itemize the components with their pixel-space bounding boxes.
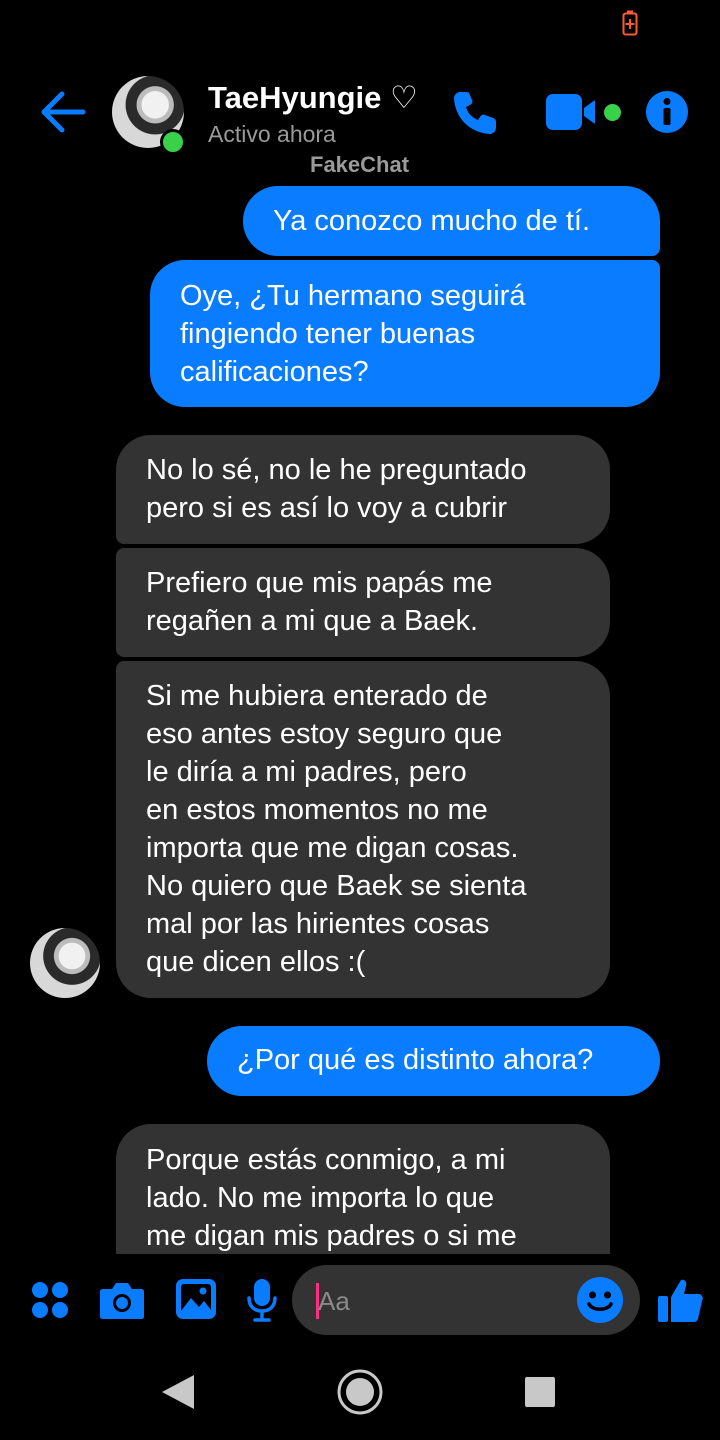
active-status: Activo ahora [208, 121, 336, 147]
video-online-indicator [604, 104, 621, 121]
contact-name-text: TaeHyungie [208, 80, 382, 115]
emoji-icon[interactable] [576, 1276, 624, 1324]
microphone-icon[interactable] [246, 1278, 278, 1322]
thumbs-up-icon[interactable] [656, 1276, 704, 1324]
phone-icon[interactable] [450, 88, 500, 138]
chat-thread[interactable]: Ya conozco mucho de tí. Oye, ¿Tu hermano… [0, 178, 720, 1254]
nav-back-icon[interactable] [160, 1373, 196, 1411]
message-bubble-incoming[interactable]: Porque estás conmigo, a mi lado. No me i… [116, 1124, 610, 1254]
video-call-icon[interactable] [545, 93, 605, 131]
message-bubble-outgoing[interactable]: Ya conozco mucho de tí. [243, 186, 660, 256]
nav-home-icon[interactable] [337, 1369, 383, 1415]
message-bubble-incoming[interactable]: No lo sé, no le he preguntado pero si es… [116, 435, 610, 544]
info-icon[interactable] [645, 90, 689, 134]
gallery-icon[interactable] [175, 1278, 217, 1320]
message-bubble-incoming[interactable]: Prefiero que mis papás me regañen a mi q… [116, 548, 610, 657]
nav-recents-icon[interactable] [524, 1376, 556, 1408]
message-bubble-outgoing[interactable]: Oye, ¿Tu hermano seguirá fingiendo tener… [150, 260, 660, 407]
message-bubble-outgoing[interactable]: ¿Por qué es distinto ahora? [207, 1026, 660, 1096]
message-bubble-incoming[interactable]: Si me hubiera enterado de eso antes esto… [116, 661, 610, 998]
heart-icon: ♡ [390, 80, 418, 115]
battery-charging-icon [622, 10, 638, 36]
camera-icon[interactable] [99, 1280, 145, 1320]
contact-name[interactable]: TaeHyungie ♡ [208, 80, 418, 116]
menu-dots-icon[interactable] [30, 1279, 70, 1321]
back-arrow-icon[interactable] [38, 88, 88, 136]
watermark: FakeChat [310, 152, 410, 177]
message-input[interactable] [318, 1284, 558, 1318]
sender-avatar[interactable] [30, 928, 100, 998]
online-indicator [160, 129, 186, 155]
